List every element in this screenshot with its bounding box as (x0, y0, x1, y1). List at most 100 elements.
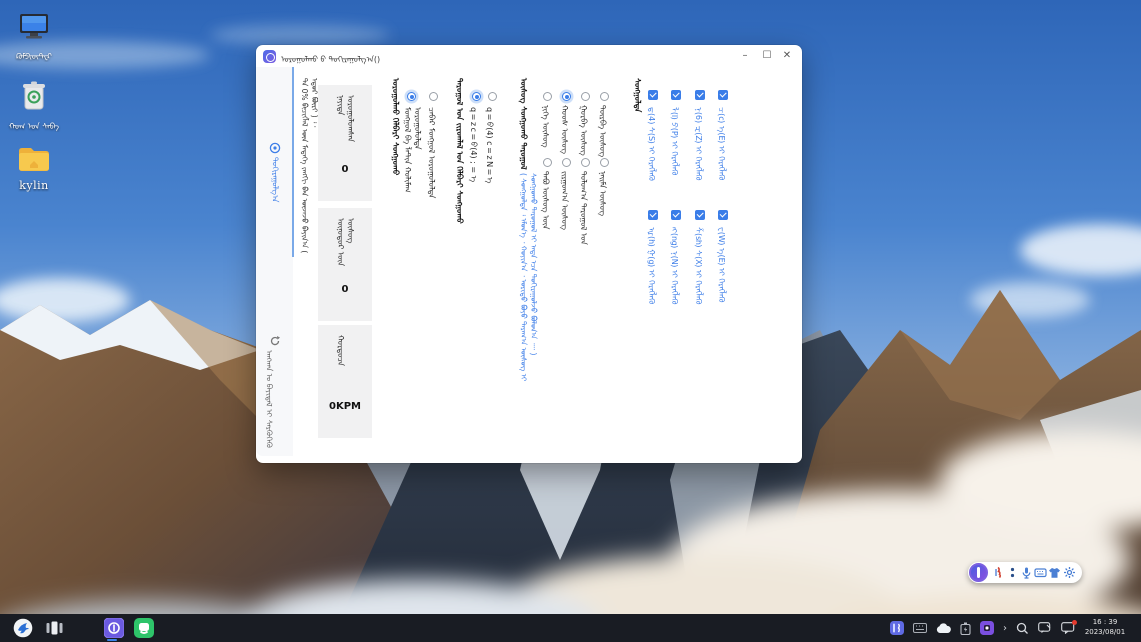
checkbox-letters-shX[interactable] (695, 210, 705, 220)
checkbox-letters-6Z[interactable] (695, 90, 705, 100)
checkbox-letters-WE[interactable] (718, 210, 728, 220)
desktop-icon-label: kylin (6, 179, 62, 192)
checkbox-letters-hg[interactable] (648, 210, 658, 220)
tray-battery-icon[interactable] (960, 622, 971, 635)
checkbox-label[interactable]: ᠯ(l) ᠫ(P) ᠢ ᠬᠡᠷᠡᠭᠯᠡᠬᠦ (669, 107, 682, 209)
stat-value: 0KPM (318, 401, 372, 412)
radio-label[interactable]: ᠵᠢᠷᠭᠤᠭ᠎ᠠ ᠦᠰᠦᠭ (559, 171, 571, 266)
radio-select-key-6[interactable] (562, 158, 571, 167)
ime-mode-letter-icon[interactable] (992, 566, 1005, 579)
microphone-icon[interactable] (1020, 566, 1033, 579)
desktop-icon-trash[interactable]: ᠬᠣᠭ ᠤᠨ ᠰᠠᠪᠠ (6, 80, 62, 132)
tray-cloud-icon[interactable] (936, 623, 951, 634)
checkbox-letters-4S[interactable] (648, 90, 658, 100)
taskbar-clock[interactable]: 16 : 39 2023/08/01 (1077, 617, 1133, 637)
system-tray: › (890, 614, 1075, 642)
checkbox-letters-ngN[interactable] (671, 210, 681, 220)
checkbox-label[interactable]: ᠾ(h) ᠭ(g) ᠢ ᠬᠡᠷᠡᠭᠯᠡᠬᠦ (646, 227, 659, 335)
radio-select-key-3[interactable] (581, 92, 590, 101)
start-button[interactable] (10, 614, 36, 642)
stat-label: ᠨᠡᠶᠢᠲᠡ ᠣᠷᠣᠭᠤᠯᠤᠭᠰᠠᠨ ᠦᠰᠦᠭ (335, 95, 355, 157)
radio-keymap-a[interactable] (472, 92, 481, 101)
radio-label[interactable]: ᠮᠣᠩᠭᠣᠯ ᠪᠠ ᠯᠠᠲ᠋ᠢᠨ ᠬᠣᠯᠢᠮᠠᠭ ᠣᠷᠣᠭᠤᠯᠤᠯᠲᠠ (402, 107, 424, 225)
radio-select-key-7[interactable] (581, 158, 590, 167)
tray-keyboard-icon[interactable] (913, 623, 927, 633)
radio-select-key-4[interactable] (600, 92, 609, 101)
desktop-icon-computer[interactable]: ᠺᠣᠮᠫᠢᠦ᠋ᠲ᠋ᠧᠷ (6, 12, 62, 62)
sidebar-tab-label: ᠲᠣᠬᠢᠷᠠᠭᠤᠯᠭ᠎ᠠ (270, 157, 280, 202)
section3-header: ᠦᠰᠦᠭ ᠰᠣᠩᠭᠣᠬᠤ ᠳᠠᠷᠤᠭᠤᠯ (518, 78, 528, 170)
radio-label[interactable]: q = ᠪ(4) c = z N = ᠡ (484, 107, 497, 232)
checkbox-letters-cE[interactable] (718, 90, 728, 100)
desktop-icon-label: ᠺᠣᠮᠫᠢᠦ᠋ᠲ᠋ᠧᠷ (6, 48, 62, 62)
sidebar-tab-settings[interactable]: ᠲᠣᠬᠢᠷᠠᠭᠤᠯᠭ᠎ᠠ (256, 142, 293, 206)
stat-value: 0 (318, 164, 372, 175)
computer-icon (17, 12, 51, 42)
ime-toolbar (968, 562, 1082, 583)
tray-expand-chevron[interactable]: › (1003, 623, 1007, 634)
ime-settings-app-icon (104, 618, 124, 638)
desktop: ᠺᠣᠮᠫᠢᠦ᠋ᠲ᠋ᠧᠷ ᠬᠣᠭ ᠤᠨ ᠰᠠᠪᠠ kylin ᠣᠷᠣᠭᠤᠯᠬᠤ ᠪ… (0, 0, 1141, 642)
ime-settings-window: ᠣᠷᠣᠭᠤᠯᠬᠤ ᠪ ᠲᠣᠬᠢᠷᠠᠭᠤᠯᠭ᠎ᠠ(᠎) – ☐ ✕ ᠲᠣᠬᠢᠷᠠᠭ… (256, 45, 802, 463)
desktop-icon-kylin-folder[interactable]: kylin (6, 145, 62, 192)
window-title: ᠣᠷᠣᠭᠤᠯᠬᠤ ᠪ ᠲᠣᠬᠢᠷᠠᠭᠤᠯᠭ᠎ᠠ(᠎) (281, 51, 380, 65)
tray-notification-icon[interactable] (1061, 622, 1075, 634)
reset-icon (269, 335, 281, 347)
checkbox-label[interactable]: ᠳ(4) ᠰ(S) ᠢ ᠬᠡᠷᠡᠭᠯᠡᠬᠦ (646, 107, 659, 209)
app-icon (263, 50, 276, 63)
checkbox-label[interactable]: ᠩ(ng) ᠨ(N) ᠢ ᠬᠡᠷᠡᠭᠯᠡᠬᠦ (669, 227, 682, 335)
section2-header: ᠳᠠᠷᠤᠭᠤᠯ ᠤᠨ ᠵᠢᠷᠤᠭᠯᠠᠯ ᠤᠨ ᠬᠡᠯᠪᠡᠷᠢ ᠰᠣᠩᠭᠣᠬᠤ (454, 78, 464, 224)
tray-ime-indicator[interactable] (890, 621, 904, 635)
tray-search-icon[interactable] (1016, 622, 1029, 635)
taskbar-app-ime-settings[interactable] (102, 614, 126, 642)
folder-icon (17, 145, 51, 173)
maximize-button[interactable]: ☐ (758, 48, 776, 64)
radio-label[interactable]: q = z c = ᠪ(4) ; = ᠡ (468, 107, 481, 232)
skin-theme-icon[interactable] (1048, 566, 1061, 579)
radio-keymap-b[interactable] (488, 92, 497, 101)
usage-hint-text: ᠲᠠ 0% ᠪᠢᠴᠢᠭᠯᠡᠯ ᠦᠨ ᠮᠡᠳᠡᠭᠡ ᠵᠠᠩᠭᠢ ᠪᠠᠨ ᠦᠵᠡᠵᠦ… (299, 78, 313, 258)
radio-label[interactable]: ᠨᠠᠢᠮᠠ ᠦᠰᠦᠭ (597, 171, 609, 266)
ime-logo-icon[interactable] (969, 563, 988, 582)
stat-card-today: ᠥᠨᠥᠳᠥᠷ ᠦᠨ ᠦᠰᠦᠭ 0 (318, 208, 372, 321)
settings-icon (269, 142, 281, 154)
checkbox-label[interactable]: ᠴ(c) ᠡ(E) ᠢ ᠬᠡᠷᠡᠭᠯᠡᠬᠦ (716, 107, 729, 209)
green-app-icon (134, 618, 154, 638)
punctuation-icon[interactable] (1006, 566, 1019, 579)
keyboard-icon[interactable] (1034, 566, 1047, 579)
clock-time: 16 : 39 (1077, 617, 1133, 627)
checkbox-label[interactable]: ᠱ(sh) ᠰ(X) ᠢ ᠬᠡᠷᠡᠭᠯᠡᠬᠦ (693, 227, 706, 335)
radio-input-mode-mixed[interactable] (407, 92, 416, 101)
minimize-button[interactable]: – (736, 48, 754, 64)
tray-feedback-icon[interactable] (1038, 622, 1052, 634)
section4-header: ᠰᠣᠩᠭᠣᠯᠲᠠ (632, 78, 642, 112)
radio-select-key-1[interactable] (543, 92, 552, 101)
task-view-button[interactable] (42, 614, 66, 642)
stat-label: ᠥᠨᠥᠳᠥᠷ ᠦᠨ ᠦᠰᠦᠭ (335, 218, 355, 280)
sidebar-tab-label: ᠠᠩᠬᠠᠨ ᠤ ᠪᠠᠶᠢᠳᠠᠯ ᠢ ᠰᠡᠷᠭᠦᠭᠡᠬᠦ (264, 350, 286, 448)
stat-value: 0 (318, 284, 372, 295)
taskbar-app-green[interactable] (132, 614, 156, 642)
window-titlebar[interactable]: ᠣᠷᠣᠭᠤᠯᠬᠤ ᠪ ᠲᠣᠬᠢᠷᠠᠭᠤᠯᠭ᠎ᠠ(᠎) – ☐ ✕ (256, 45, 802, 67)
clock-date: 2023/08/01 (1077, 627, 1133, 637)
radio-label[interactable]: ᠳᠣᠯᠣᠭ᠎ᠠ ᠳᠠᠷᠤᠭᠤᠯ ᠤᠨ (578, 171, 590, 266)
radio-select-key-8[interactable] (600, 158, 609, 167)
tray-screenshot-icon[interactable] (980, 621, 994, 635)
radio-select-key-2[interactable] (562, 92, 571, 101)
stat-label: ᠬᠤᠷᠳᠤᠴᠠ (335, 335, 355, 366)
active-app-indicator (107, 639, 117, 641)
start-menu-icon (13, 618, 33, 638)
sidebar-tab-restore-defaults[interactable]: ᠠᠩᠬᠠᠨ ᠤ ᠪᠠᠶᠢᠳᠠᠯ ᠢ ᠰᠡᠷᠭᠦᠭᠡᠬᠦ (256, 335, 293, 452)
stat-card-total: ᠨᠡᠶᠢᠲᠡ ᠣᠷᠣᠭᠤᠯᠤᠭᠰᠠᠨ ᠦᠰᠦᠭ 0 (318, 85, 372, 201)
close-button[interactable]: ✕ (778, 48, 796, 64)
radio-label[interactable]: ᠴᠡᠪᠡᠷ ᠮᠣᠩᠭᠣᠯ ᠣᠷᠣᠭᠤᠯᠤᠯᠲᠠ (426, 107, 438, 207)
checkbox-label[interactable]: ᠨ(6) ᠽ(Z) ᠢ ᠬᠡᠷᠡᠭᠯᠡᠬᠦ (693, 107, 706, 209)
checkbox-letters-lP[interactable] (671, 90, 681, 100)
radio-input-mode-pure[interactable] (429, 92, 438, 101)
gear-icon[interactable] (1063, 566, 1076, 579)
taskbar: › 16 : 39 2023/08/01 (0, 614, 1141, 642)
checkbox-label[interactable]: ᠸ(W) ᠡ(E) ᠢ ᠬᠡᠷᠡᠭᠯᠡᠬᠦ (716, 227, 729, 335)
radio-label[interactable]: ᠲᠠᠪᠤ ᠦᠰᠦᠭ ᠦᠨ (540, 171, 552, 266)
stat-card-speed: ᠬᠤᠷᠳᠤᠴᠠ 0KPM (318, 325, 372, 438)
radio-select-key-5[interactable] (543, 158, 552, 167)
